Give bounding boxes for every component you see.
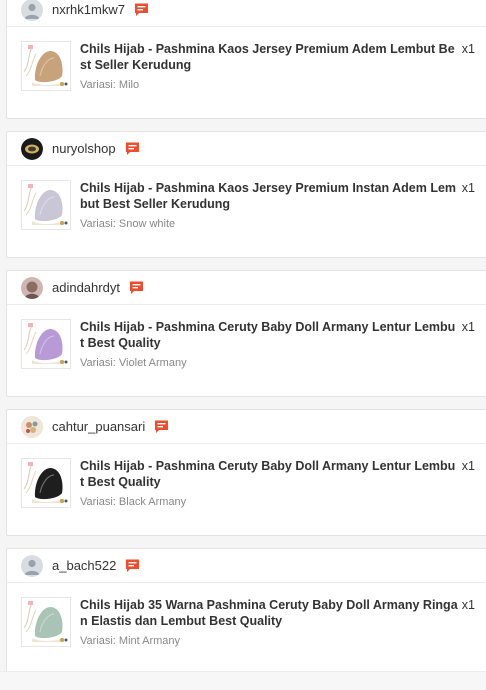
card-header: a_bach522 — [7, 549, 486, 583]
card-header: nuryolshop — [7, 132, 486, 166]
product-quantity: x1 — [461, 459, 475, 473]
avatar[interactable] — [21, 276, 43, 299]
shop-name[interactable]: cahtur_puansari — [52, 419, 145, 434]
product-quantity: x1 — [461, 320, 475, 334]
product-title[interactable]: Chils Hijab - Pashmina Ceruty Baby Doll … — [80, 458, 458, 490]
shop-name[interactable]: nuryolshop — [52, 141, 116, 156]
chat-icon[interactable] — [134, 2, 149, 17]
avatar[interactable] — [21, 415, 43, 438]
chat-icon[interactable] — [125, 558, 140, 573]
order-card[interactable]: a_bach522 Chils Hijab 35 Warna Pashmina C… — [6, 548, 486, 675]
order-card[interactable]: nuryolshop Chils Hijab - Pashmina Kaos Je… — [6, 131, 486, 258]
order-item[interactable]: Chils Hijab - Pashmina Ceruty Baby Doll … — [7, 305, 486, 389]
product-title[interactable]: Chils Hijab - Pashmina Kaos Jersey Premi… — [80, 180, 458, 212]
avatar[interactable] — [21, 137, 43, 160]
avatar[interactable] — [21, 554, 43, 577]
product-title[interactable]: Chils Hijab - Pashmina Ceruty Baby Doll … — [80, 319, 458, 351]
bottom-bar — [0, 671, 486, 690]
product-quantity: x1 — [461, 181, 475, 195]
product-title[interactable]: Chils Hijab 35 Warna Pashmina Ceruty Bab… — [80, 597, 458, 629]
shop-name[interactable]: adindahrdyt — [52, 280, 120, 295]
product-thumbnail[interactable] — [21, 180, 71, 230]
shop-name[interactable]: a_bach522 — [52, 558, 116, 573]
card-header: cahtur_puansari — [7, 410, 486, 444]
product-variation: Variasi: Snow white — [80, 218, 176, 230]
product-thumbnail[interactable] — [21, 458, 71, 508]
product-title[interactable]: Chils Hijab - Pashmina Kaos Jersey Premi… — [80, 41, 458, 73]
order-card[interactable]: adindahrdyt Chils Hijab - Pashmina Ceruty… — [6, 270, 486, 397]
shop-name[interactable]: nxrhk1mkw7 — [52, 2, 125, 17]
card-header: nxrhk1mkw7 — [7, 0, 486, 27]
order-item[interactable]: Chils Hijab 35 Warna Pashmina Ceruty Bab… — [7, 583, 486, 667]
order-card[interactable]: cahtur_puansari Chils Hijab - Pashmina Ce… — [6, 409, 486, 536]
card-header: adindahrdyt — [7, 271, 486, 305]
avatar[interactable] — [21, 0, 43, 21]
product-quantity: x1 — [461, 598, 475, 612]
chat-icon[interactable] — [129, 280, 144, 295]
product-variation: Variasi: Mint Armany — [80, 635, 181, 647]
order-item[interactable]: Chils Hijab - Pashmina Ceruty Baby Doll … — [7, 444, 486, 528]
product-thumbnail[interactable] — [21, 319, 71, 369]
product-variation: Variasi: Milo — [80, 79, 140, 91]
product-variation: Variasi: Black Armany — [80, 496, 187, 508]
chat-icon[interactable] — [154, 419, 169, 434]
product-quantity: x1 — [461, 42, 475, 56]
product-variation: Variasi: Violet Armany — [80, 357, 187, 369]
product-thumbnail[interactable] — [21, 597, 71, 647]
order-card[interactable]: nxrhk1mkw7 Chils Hijab - Pashmina Kaos Je… — [6, 0, 486, 119]
order-item[interactable]: Chils Hijab - Pashmina Kaos Jersey Premi… — [7, 166, 486, 250]
order-list-page: nxrhk1mkw7 Chils Hijab - Pashmina Kaos Je… — [0, 0, 486, 690]
order-item[interactable]: Chils Hijab - Pashmina Kaos Jersey Premi… — [7, 27, 486, 111]
chat-icon[interactable] — [125, 141, 140, 156]
product-thumbnail[interactable] — [21, 41, 71, 91]
